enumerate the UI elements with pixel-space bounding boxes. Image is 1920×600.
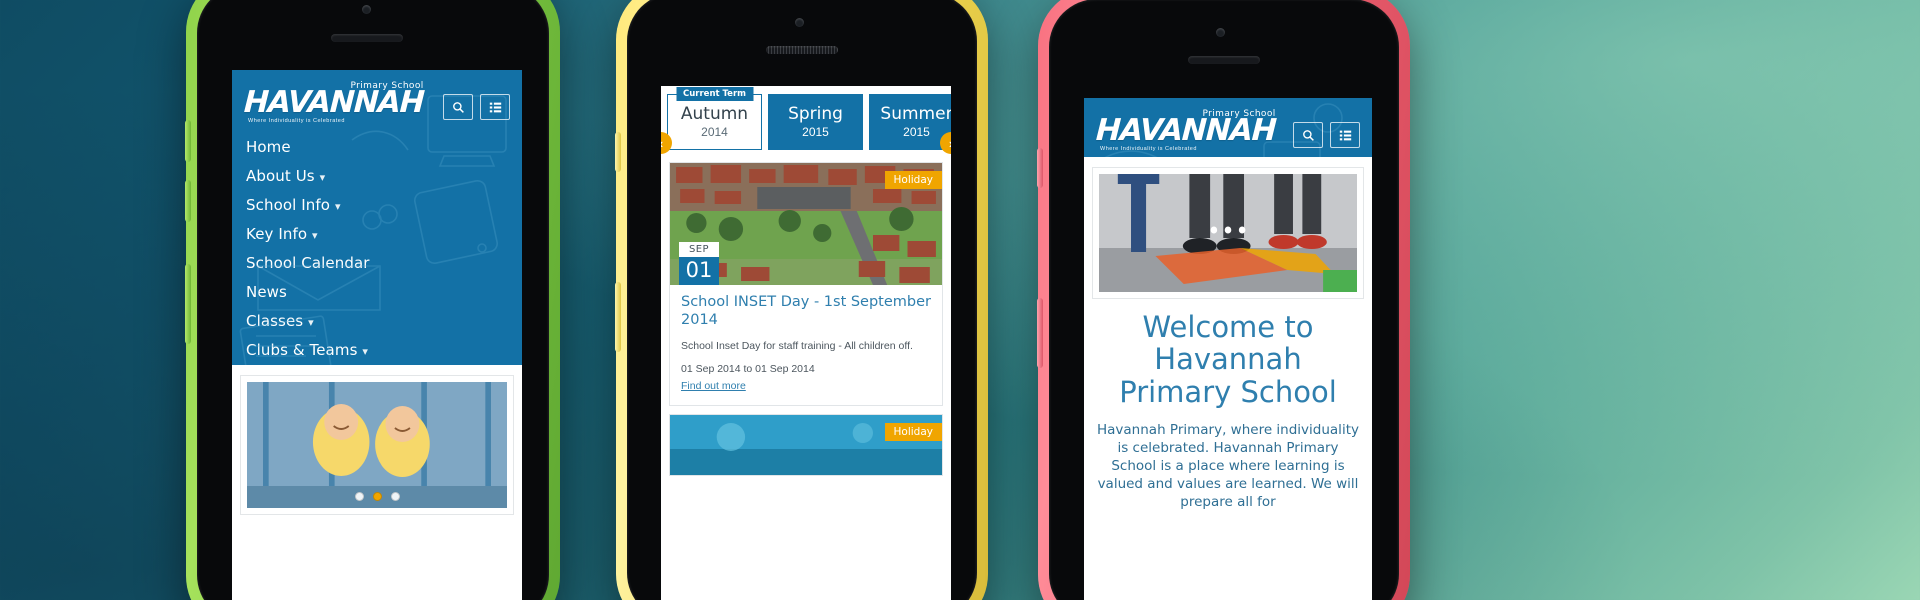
search-icon <box>452 101 464 113</box>
term-name: Autumn <box>680 104 749 124</box>
nav-caret: ▾ <box>312 229 318 242</box>
earpiece-speaker <box>766 46 838 54</box>
term-tab-autumn[interactable]: Current Term Autumn 2014 <box>667 87 762 150</box>
logo-school-name: HAVANNAH <box>243 85 425 120</box>
search-button[interactable] <box>443 94 473 120</box>
event-description: School Inset Day for staff training - Al… <box>681 340 913 353</box>
event-card-next[interactable]: Holiday <box>669 413 943 476</box>
phone-mockup-pink: Primary School HAVANNAH Where Individual… <box>1037 0 1410 600</box>
volume-buttons[interactable] <box>615 132 621 172</box>
nav-caret: ▾ <box>319 171 326 184</box>
term-selector: ‹ › Current Term Autumn 2014 Spring 2015… <box>661 86 951 158</box>
phone-mockup-green: Primary School HAVANNAH Where Individual… <box>185 0 560 600</box>
term-year: 2014 <box>701 125 728 139</box>
homepage-carousel[interactable] <box>240 374 514 515</box>
nav-caret: ▾ <box>308 316 314 329</box>
carousel-dot-2[interactable] <box>372 491 382 501</box>
carousel-photo <box>247 381 507 508</box>
logo-school-name: HAVANNAH <box>1095 113 1277 148</box>
silent-switch[interactable] <box>185 264 191 344</box>
search-icon <box>1302 129 1314 141</box>
carousel-dot-3[interactable] <box>390 491 400 501</box>
phone1-screen: Primary School HAVANNAH Where Individual… <box>232 70 522 600</box>
term-year: 2015 <box>903 125 930 139</box>
welcome-heading: Welcome to Havannah Primary School <box>1119 309 1337 410</box>
term-year: 2015 <box>802 125 829 139</box>
carousel-dots[interactable] <box>247 491 507 501</box>
front-camera-icon <box>1216 28 1225 37</box>
site-header: Primary School HAVANNAH Where Individual… <box>1084 98 1372 157</box>
phone2-screen: ‹ › Current Term Autumn 2014 Spring 2015… <box>661 86 951 600</box>
event-day: 01 <box>679 257 719 285</box>
header-buttons <box>1293 122 1360 148</box>
term-name: Spring <box>788 104 843 124</box>
event-tag: Holiday <box>884 171 942 189</box>
logo-tagline: Where Individuality is Celebrated <box>1100 146 1197 152</box>
nav-caret: ▾ <box>334 200 341 213</box>
term-tabs: Current Term Autumn 2014 Spring 2015 Sum… <box>661 87 951 158</box>
playground-image <box>1099 173 1357 292</box>
carousel-image <box>247 381 507 508</box>
hamburger-menu-icon <box>1339 130 1351 140</box>
front-camera-icon <box>795 18 804 27</box>
term-tab-spring[interactable]: Spring 2015 <box>768 94 863 150</box>
find-out-more-link[interactable]: Find out more <box>681 380 746 392</box>
event-card[interactable]: Holiday SEP 01 School INSET Day - 1st Se… <box>669 162 943 406</box>
event-month: SEP <box>679 242 719 257</box>
earpiece-speaker <box>331 34 403 42</box>
front-camera-icon <box>362 5 371 14</box>
carousel-dot-1[interactable] <box>354 491 364 501</box>
earpiece-speaker <box>1188 56 1260 64</box>
volume-up-button[interactable] <box>185 120 191 162</box>
phone-mockup-yellow: ‹ › Current Term Autumn 2014 Spring 2015… <box>615 0 988 600</box>
site-header: Primary School HAVANNAH Where Individual… <box>232 70 522 365</box>
site-logo[interactable]: Primary School HAVANNAH Where Individual… <box>1095 110 1277 153</box>
silent-switch[interactable] <box>1037 298 1043 368</box>
logo-tagline: Where Individuality is Celebrated <box>248 118 345 124</box>
phone3-screen: Primary School HAVANNAH Where Individual… <box>1084 98 1372 600</box>
event-dates: 01 Sep 2014 to 01 Sep 2014 <box>681 362 815 375</box>
hero-photo <box>1099 173 1357 292</box>
event-date-badge: SEP 01 <box>679 242 719 285</box>
event-tag-next: Holiday <box>884 422 942 441</box>
event-photo-next: Holiday <box>670 414 942 475</box>
hamburger-menu-icon <box>489 102 501 112</box>
homepage-hero-carousel[interactable] <box>1092 166 1364 299</box>
nav-caret: ▾ <box>362 345 368 358</box>
volume-buttons[interactable] <box>1037 148 1043 188</box>
menu-button[interactable] <box>480 94 510 120</box>
site-logo[interactable]: Primary School HAVANNAH Where Individual… <box>243 82 425 125</box>
header-buttons <box>443 94 510 120</box>
welcome-section: Welcome to Havannah Primary School Havan… <box>1084 299 1372 518</box>
event-title[interactable]: School INSET Day - 1st September 2014 <box>681 294 931 329</box>
term-name: Summer <box>880 104 951 124</box>
search-button[interactable] <box>1293 122 1323 148</box>
volume-down-button[interactable] <box>185 180 191 222</box>
term-tab-summer[interactable]: Summer 2015 <box>869 94 951 150</box>
silent-switch[interactable] <box>615 282 621 352</box>
event-body: School INSET Day - 1st September 2014 Sc… <box>670 285 942 405</box>
current-term-badge: Current Term <box>676 87 753 101</box>
event-photo: Holiday SEP 01 <box>670 163 942 285</box>
menu-button[interactable] <box>1330 122 1360 148</box>
welcome-body: Havannah Primary, where individuality is… <box>1097 421 1359 511</box>
